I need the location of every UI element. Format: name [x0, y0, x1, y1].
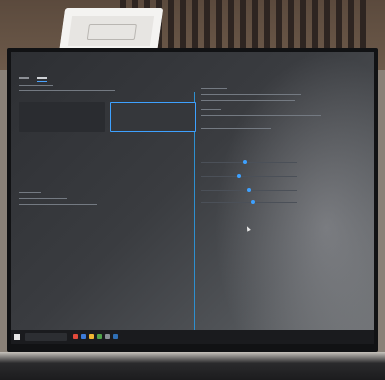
active-tab-underline [37, 81, 47, 82]
app-icon[interactable] [113, 334, 118, 339]
slider-thumb[interactable] [251, 200, 255, 204]
app-icon[interactable] [97, 334, 102, 339]
text-line [19, 204, 97, 205]
heading-line [19, 85, 53, 86]
option-card-selected[interactable] [110, 102, 196, 132]
app-icon[interactable] [89, 334, 94, 339]
taskbar-search-box[interactable] [25, 333, 67, 341]
left-settings-panel [16, 92, 196, 340]
slider-track[interactable] [201, 176, 297, 177]
monitor-screen [11, 52, 374, 344]
section-heading-line [201, 109, 221, 110]
slider-track[interactable] [201, 202, 297, 203]
taskbar [11, 330, 374, 344]
tab-marker[interactable] [19, 77, 29, 79]
desk-below-monitor [0, 352, 385, 380]
photo-scene: { "photo": { "subject": "" } } [0, 0, 385, 380]
start-icon[interactable] [14, 334, 20, 340]
screen-glare [214, 52, 374, 344]
slider-track[interactable] [201, 162, 297, 163]
text-line [201, 128, 271, 129]
text-line [19, 90, 115, 91]
slider-thumb[interactable] [243, 160, 247, 164]
section-heading-line [19, 192, 41, 193]
option-card[interactable] [19, 102, 105, 132]
app-icon[interactable] [73, 334, 78, 339]
text-line [201, 100, 295, 101]
text-line [201, 94, 301, 95]
app-icon[interactable] [105, 334, 110, 339]
text-line [201, 115, 321, 116]
tab-marker-active[interactable] [37, 77, 47, 79]
text-line [19, 198, 67, 199]
settings-tabs [19, 75, 53, 82]
app-icon[interactable] [81, 334, 86, 339]
slider-thumb[interactable] [247, 188, 251, 192]
right-heading-line [201, 88, 227, 89]
slider-thumb[interactable] [237, 174, 241, 178]
